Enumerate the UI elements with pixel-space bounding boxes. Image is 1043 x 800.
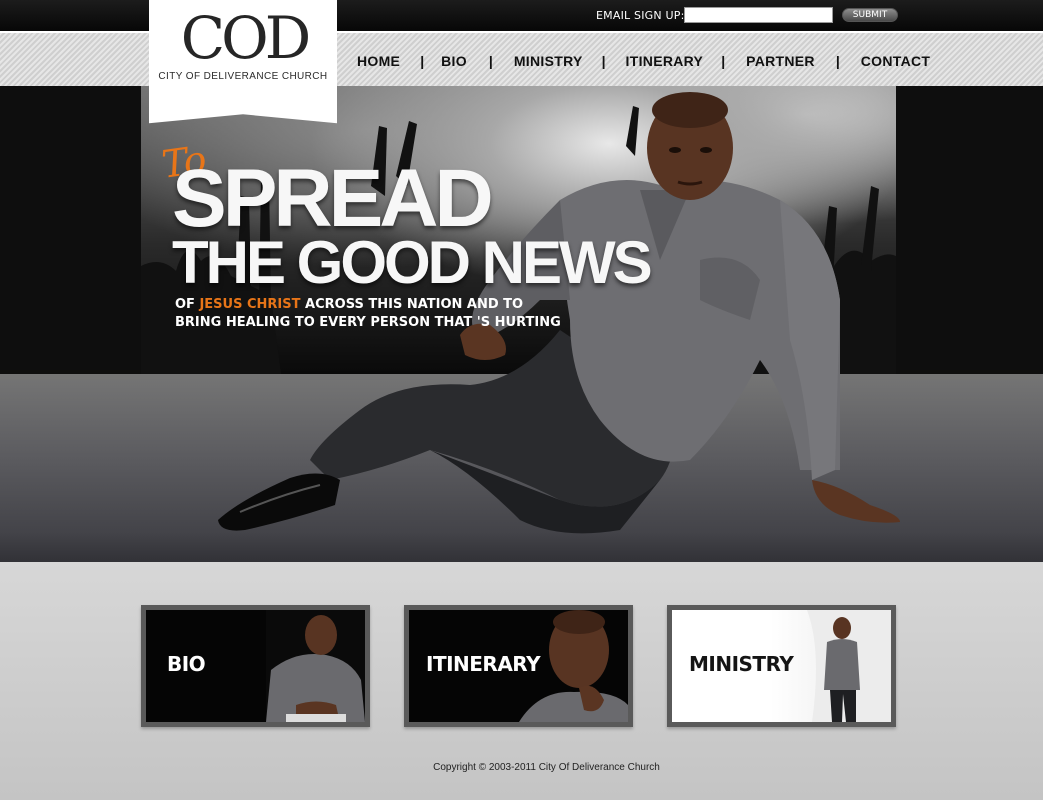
nav-separator: | [835, 53, 840, 69]
hero-tagline-line1: OF JESUS CHRIST ACROSS THIS NATION AND T… [175, 297, 523, 312]
bio-card[interactable]: BIO [141, 605, 370, 727]
logo-mark: COD [180, 4, 311, 72]
tagline-suffix: ACROSS THIS NATION AND TO [300, 297, 524, 312]
nav-partner[interactable]: PARTNER [746, 53, 815, 69]
hero-headline-spread: SPREAD [172, 153, 494, 244]
main-nav: HOME | BIO | MINISTRY | ITINERARY | PART… [340, 51, 930, 71]
bio-card-panel: BIO [146, 610, 365, 722]
submit-button[interactable]: SUBMIT [842, 8, 898, 22]
nav-separator: | [721, 53, 726, 69]
bio-card-title: BIO [167, 652, 206, 676]
itinerary-card[interactable]: ITINERARY [404, 605, 633, 727]
nav-bio[interactable]: BIO [441, 53, 467, 69]
email-signup-input[interactable] [684, 7, 833, 23]
ministry-card[interactable]: MINISTRY [667, 605, 896, 727]
nav-itinerary[interactable]: ITINERARY [626, 53, 704, 69]
nav-ministry[interactable]: MINISTRY [514, 53, 583, 69]
tagline-accent-jesus-christ: JESUS CHRIST [199, 297, 301, 312]
email-signup-label: EMAIL SIGN UP: [596, 9, 685, 22]
floor-reflection [0, 532, 1043, 562]
ministry-card-title: MINISTRY [689, 652, 794, 676]
logo[interactable]: COD CITY OF DELIVERANCE CHURCH [149, 0, 337, 124]
nav-home[interactable]: HOME [357, 53, 400, 69]
itinerary-card-title: ITINERARY [426, 652, 541, 676]
nav-separator: | [488, 53, 493, 69]
footer-copyright: Copyright © 2003-2011 City Of Deliveranc… [433, 762, 660, 773]
nav-separator: | [601, 53, 606, 69]
nav-contact[interactable]: CONTACT [861, 53, 931, 69]
hero-tagline-line2: BRING HEALING TO EVERY PERSON THAT 'S HU… [175, 315, 561, 330]
ministry-card-panel: MINISTRY [672, 610, 891, 722]
tagline-prefix: OF [175, 297, 200, 312]
nav-separator: | [420, 53, 425, 69]
logo-subtitle: CITY OF DELIVERANCE CHURCH [158, 71, 328, 82]
itinerary-card-panel: ITINERARY [409, 610, 628, 722]
hero-headline-good-news: THE GOOD NEWS [172, 229, 653, 296]
